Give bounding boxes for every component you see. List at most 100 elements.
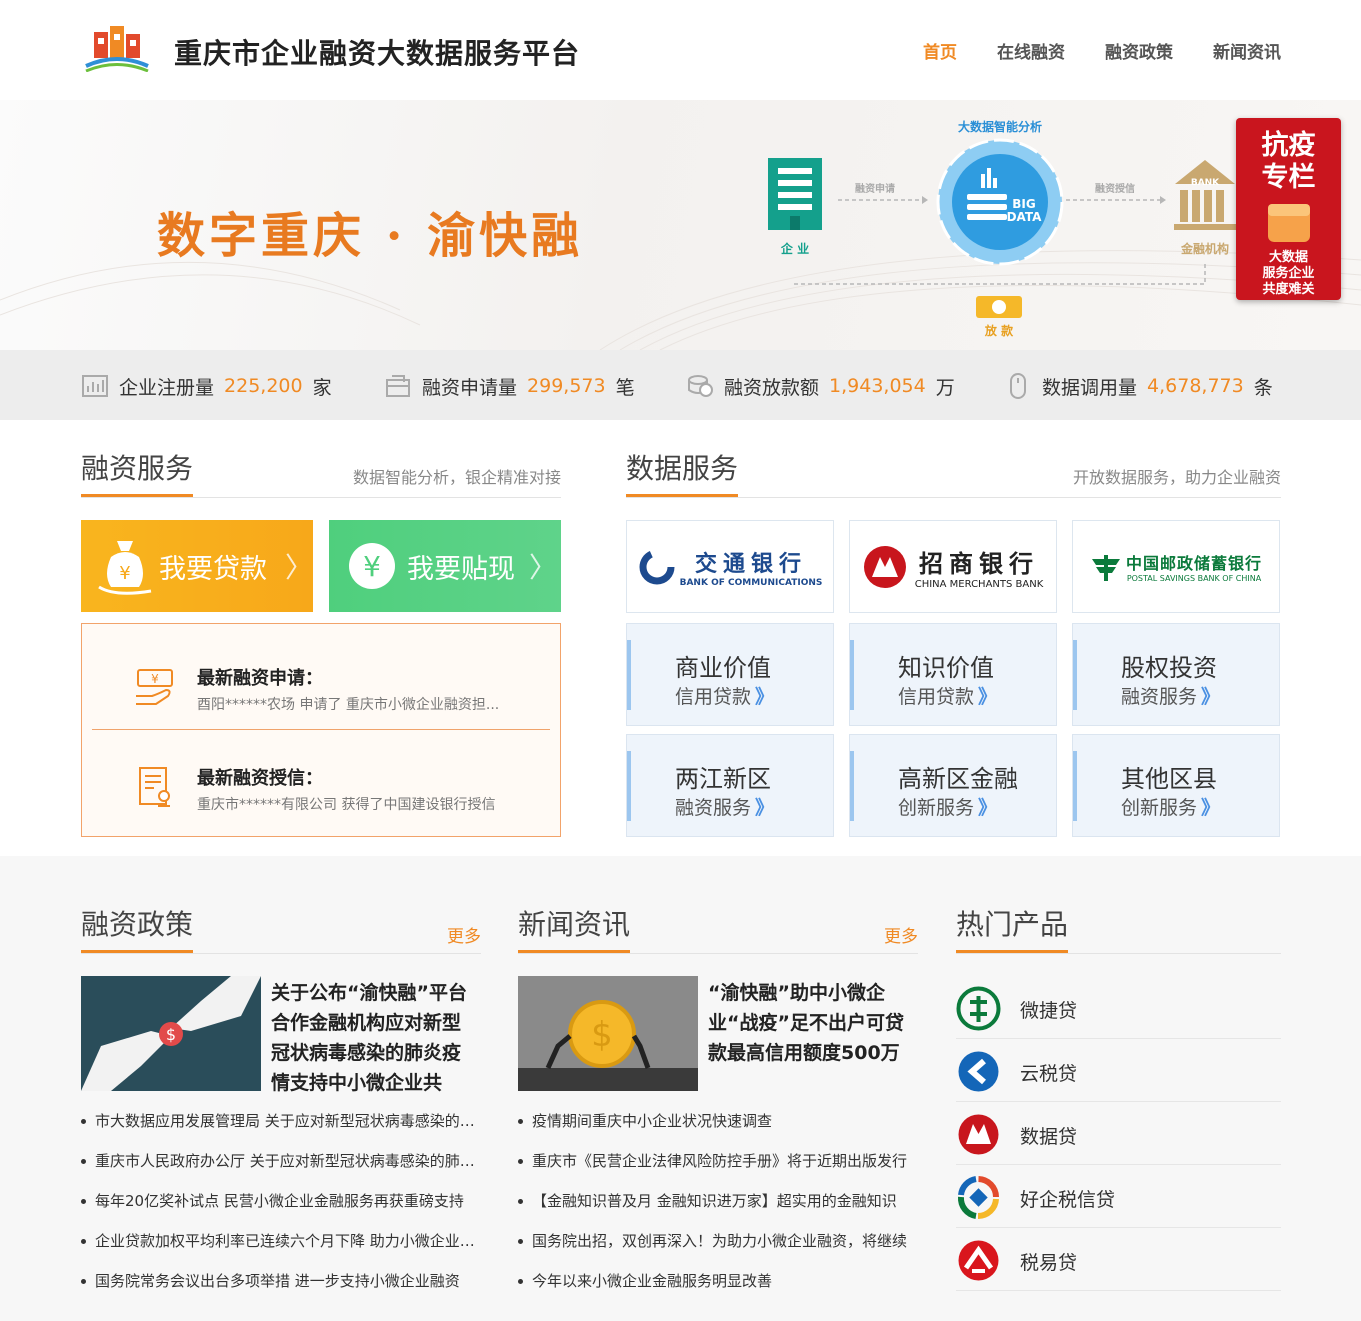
- stat-unit: 万: [935, 376, 955, 399]
- main-nav: 首页 在线融资 融资政策 新闻资讯: [923, 38, 1281, 63]
- bank-name-cn: 招商银行: [918, 548, 1039, 578]
- service-equity-investment[interactable]: 股权投资 融资服务》: [1072, 623, 1280, 726]
- service-title: 商业价值: [675, 654, 771, 682]
- list-item[interactable]: 企业贷款加权平均利率已连续六个月下降 助力小微企业发展: [81, 1226, 481, 1266]
- policy-header: 融资政策 更多: [81, 908, 481, 954]
- section-title: 融资服务: [81, 452, 194, 497]
- svg-text:$: $: [166, 1025, 176, 1044]
- list-item[interactable]: 每年20亿奖补试点 民营小微企业金融服务再获重磅支持: [81, 1186, 481, 1226]
- apply-discount-label: 我要贴现: [407, 553, 515, 585]
- list-item[interactable]: 国务院出招，双创再深入！为助力小微企业融资，将继续: [518, 1226, 918, 1266]
- list-item[interactable]: 今年以来小微企业金融服务明显改善: [518, 1266, 918, 1306]
- news-more-link[interactable]: 更多: [884, 922, 918, 947]
- promo-title-line-2: 专栏: [1261, 162, 1316, 193]
- product-shujudai[interactable]: 数据贷: [956, 1102, 1281, 1165]
- apply-loan-button[interactable]: ¥ 我要贷款 〉: [81, 520, 313, 612]
- financing-flow-diagram: 大数据智能分析 企 业 融资申请 融资授信 BIG DATA BANK 金融机构…: [760, 114, 1240, 344]
- service-commercial-value[interactable]: 商业价值信用贷款》: [626, 623, 834, 726]
- product-name: 好企税信贷: [1020, 1189, 1116, 1211]
- bank-logo-cmb[interactable]: 招商银行 CHINA MERCHANTS BANK: [849, 520, 1057, 613]
- bank-icon: [1174, 160, 1236, 230]
- site-title[interactable]: 重庆市企业融资大数据服务平台: [174, 32, 580, 72]
- product-yunshuidai[interactable]: 云税贷: [956, 1039, 1281, 1102]
- list-item[interactable]: 疫情期间重庆中小企业状况快速调查: [518, 1106, 918, 1146]
- cmb-logo-icon: [958, 1114, 999, 1155]
- promo-title: 抗疫 专栏: [1236, 130, 1341, 194]
- stat-value: 225,200: [224, 375, 303, 397]
- big-data-word-2: DATA: [1006, 210, 1042, 224]
- double-chevron-icon: 》: [1201, 797, 1221, 819]
- data-service-header: 数据服务 开放数据服务，助力企业融资: [626, 452, 1281, 498]
- service-subtitle-text: 创新服务: [898, 797, 975, 819]
- hot-products-header: 热门产品: [956, 908, 1281, 954]
- big-data-text: BIG DATA: [1004, 198, 1044, 224]
- svg-text:¥: ¥: [151, 672, 159, 686]
- policy-featured-title: 关于公布“渝快融”平台合作金融机构应对新型冠状病毒感染的肺炎疫情支持中小微企业共: [271, 982, 467, 1094]
- list-item[interactable]: 【金融知识普及月 金融知识进万家】超实用的金融知识: [518, 1186, 918, 1226]
- double-chevron-icon: 》: [755, 686, 775, 708]
- service-knowledge-value[interactable]: 知识价值 信用贷款》: [849, 623, 1057, 726]
- policy-featured[interactable]: $ 关于公布“渝快融”平台合作金融机构应对新型冠状病毒感染的肺炎疫情支持中小微企…: [81, 976, 481, 1094]
- service-subtitle-text: 信用贷款: [675, 686, 752, 708]
- stat-unit: 家: [312, 376, 332, 399]
- stat-loan-amount: 融资放款额 1,943,054 万: [686, 372, 955, 400]
- bank-name-en: CHINA MERCHANTS BANK: [914, 578, 1044, 590]
- latest-application[interactable]: ¥ 最新融资申请： 酉阳******农场 申请了 重庆市小微企业融资担...: [92, 630, 550, 730]
- news-featured[interactable]: $ “渝快融”助中小微企业“战疫”足不出户可贷款最高信用额度500万: [518, 976, 918, 1091]
- header: 重庆市企业融资大数据服务平台 首页 在线融资 融资政策 新闻资讯: [0, 0, 1361, 100]
- svg-text:$: $: [591, 1015, 613, 1055]
- nav-news[interactable]: 新闻资讯: [1213, 38, 1281, 63]
- service-subtitle: 创新服务》: [898, 793, 997, 820]
- news-list: 疫情期间重庆中小企业状况快速调查 重庆市《民营企业法律风险防控手册》将于近期出版…: [518, 1106, 918, 1306]
- service-subtitle: 创新服务》: [1121, 793, 1220, 820]
- list-item[interactable]: 市大数据应用发展管理局 关于应对新型冠状病毒感染的肺炎疫情支持中小微企业: [81, 1106, 481, 1146]
- stat-financing-applications: 融资申请量 299,573 笔: [384, 372, 635, 400]
- promo-subtitle-line-3: 共度难关: [1262, 282, 1315, 297]
- news-header: 新闻资讯 更多: [518, 908, 918, 954]
- list-item[interactable]: 国务院常务会议出台多项举措 进一步支持小微企业融资: [81, 1266, 481, 1306]
- service-title: 股权投资: [1121, 654, 1217, 682]
- service-liangjiang[interactable]: 两江新区 融资服务》: [626, 734, 834, 837]
- mailbox-icon: [386, 375, 410, 397]
- latest-application-detail: 酉阳******农场 申请了 重庆市小微企业融资担...: [197, 697, 500, 713]
- colorful-bank-logo-icon: [957, 1176, 999, 1220]
- nav-home[interactable]: 首页: [923, 38, 957, 63]
- nav-financing-policy[interactable]: 融资政策: [1105, 38, 1173, 63]
- bank-logo-bocom[interactable]: 交通银行 BANK OF COMMUNICATIONS: [626, 520, 834, 613]
- abc-bank-logo-icon: [956, 986, 1001, 1031]
- service-hightech-zone[interactable]: 高新区金融 创新服务》: [849, 734, 1057, 837]
- list-item[interactable]: 重庆市人民政府办公厅 关于应对新型冠状病毒感染的肺炎疫情支持中小企业: [81, 1146, 481, 1186]
- anti-epidemic-promo[interactable]: 抗疫 专栏 大数据 服务企业 共度难关: [1236, 118, 1341, 300]
- svg-text:¥: ¥: [363, 550, 381, 583]
- product-shuiyidai[interactable]: 税易贷: [956, 1228, 1281, 1291]
- stat-value: 299,573: [527, 375, 606, 397]
- loan-money-icon: [976, 296, 1022, 318]
- svg-text:¥: ¥: [119, 563, 130, 584]
- stat-data-calls: 数据调用量 4,678,773 条: [1004, 372, 1273, 400]
- service-other-districts[interactable]: 其他区县 创新服务》: [1072, 734, 1280, 837]
- product-name: 数据贷: [1020, 1126, 1078, 1148]
- service-title: 其他区县: [1121, 765, 1217, 793]
- cmb-logo-icon: [863, 545, 906, 588]
- fist-icon: [1268, 204, 1310, 242]
- latest-credit[interactable]: 最新融资授信： 重庆市******有限公司 获得了中国建设银行授信: [92, 730, 550, 830]
- apply-discount-button[interactable]: ¥ 我要贴现 〉: [329, 520, 561, 612]
- latest-credit-detail: 重庆市******有限公司 获得了中国建设银行授信: [197, 797, 496, 813]
- section-title: 热门产品: [956, 908, 1069, 953]
- nav-online-financing[interactable]: 在线融资: [997, 38, 1065, 63]
- bank-name-cn: 中国邮政储蓄银行: [1125, 554, 1262, 573]
- stat-label: 融资放款额: [724, 376, 820, 399]
- product-weijiedai[interactable]: 微捷贷: [956, 976, 1281, 1039]
- promo-title-line-1: 抗疫: [1261, 130, 1316, 161]
- product-haoqishuixindai[interactable]: 好企税信贷: [956, 1165, 1281, 1228]
- list-item[interactable]: 重庆市《民营企业法律风险防控手册》将于近期出版发行: [518, 1146, 918, 1186]
- section-title: 融资政策: [81, 908, 194, 953]
- yuan-coin-icon: ¥: [349, 543, 395, 589]
- bank-logo-psbc[interactable]: 中国邮政储蓄银行 POSTAL SAVINGS BANK OF CHINA: [1072, 520, 1280, 613]
- policy-more-link[interactable]: 更多: [447, 922, 481, 947]
- document-stamp-icon: [139, 767, 170, 807]
- platform-logo-icon[interactable]: [84, 26, 150, 72]
- stat-value: 1,943,054: [829, 375, 926, 397]
- policy-featured-image: $: [81, 976, 261, 1091]
- stat-registered-companies: 企业注册量 225,200 家: [81, 372, 332, 400]
